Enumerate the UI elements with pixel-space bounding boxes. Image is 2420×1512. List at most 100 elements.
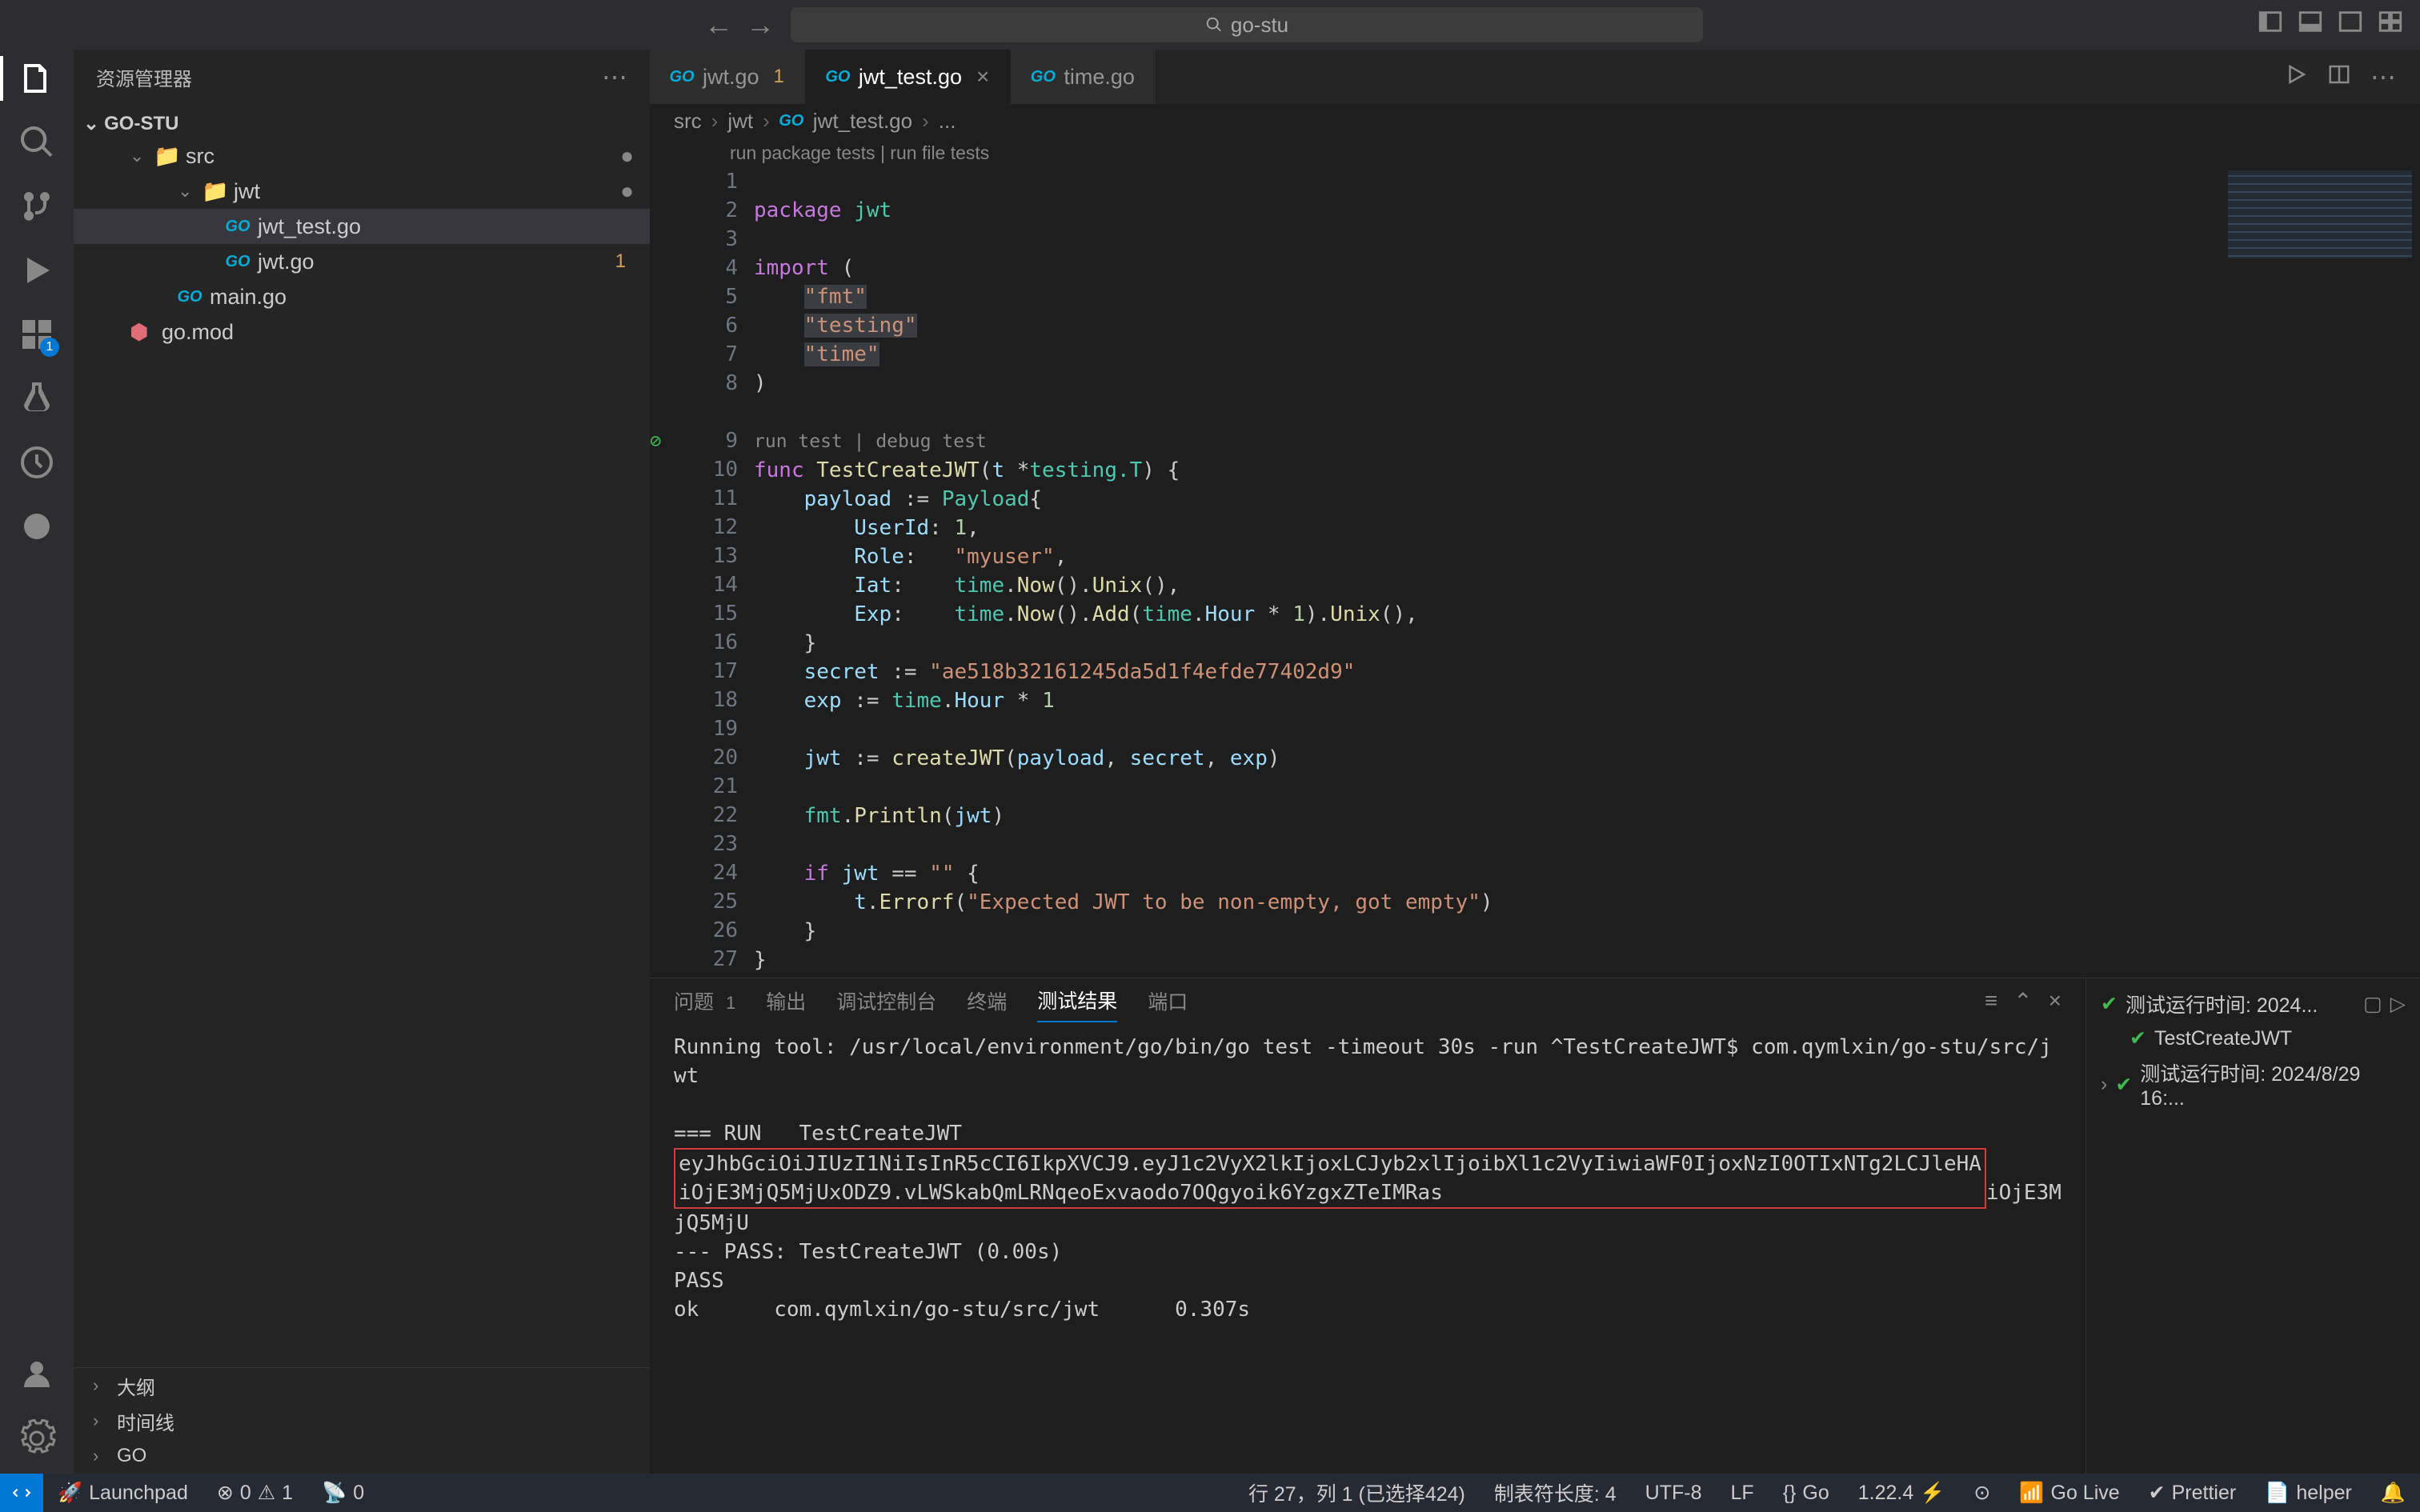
panel-tab-ports[interactable]: 端口	[1148, 980, 1188, 1022]
goto-icon[interactable]: ▢	[2363, 992, 2382, 1016]
breadcrumb[interactable]: src › jwt › GO jwt_test.go › ...	[650, 104, 2420, 138]
tree-file-jwt-test[interactable]: GO jwt_test.go	[74, 209, 650, 244]
statusbar: 🚀 Launchpad ⊗0 ⚠1 📡0 行 27，列 1 (已选择424) 制…	[0, 1474, 2420, 1512]
activity-explorer-icon[interactable]	[18, 59, 56, 98]
customize-layout-icon[interactable]	[2377, 8, 2404, 42]
tab-time-go[interactable]: GO time.go	[1011, 50, 1156, 104]
search-input[interactable]: go-stu	[791, 7, 1703, 42]
activity-search-icon[interactable]	[18, 123, 56, 162]
sidebar-explorer: 资源管理器 ⋯ ⌄ GO-STU ⌄ 📁 src ● ⌄ 📁 jwt ●	[74, 50, 650, 1474]
search-placeholder: go-stu	[1231, 13, 1288, 38]
breadcrumb-seg[interactable]: jwt_test.go	[813, 109, 912, 134]
status-go-version[interactable]: 1.22.4⚡	[1844, 1482, 1960, 1505]
status-problems[interactable]: ⊗0 ⚠1	[202, 1481, 307, 1505]
tab-jwt-go[interactable]: GO jwt.go 1	[650, 50, 806, 104]
tree-file-go-mod[interactable]: ⬢ go.mod	[74, 314, 650, 350]
activity-settings-icon[interactable]	[18, 1419, 56, 1458]
tab-label: jwt_test.go	[859, 65, 962, 90]
test-run-row[interactable]: ✔ 测试运行时间: 2024... ▢ ▷	[2101, 990, 2406, 1018]
status-golive[interactable]: 📶Go Live	[2005, 1482, 2134, 1505]
status-prettier[interactable]: ✔Prettier	[2134, 1481, 2251, 1505]
test-results-tree: ✔ 测试运行时间: 2024... ▢ ▷ ✔ TestCreateJWT › …	[2085, 978, 2420, 1474]
activity-custom-icon[interactable]	[18, 443, 56, 482]
panel-close-icon[interactable]: ×	[2049, 988, 2061, 1014]
file-icon: 📄	[2265, 1482, 2290, 1505]
file-tree: ⌄ 📁 src ● ⌄ 📁 jwt ● GO jwt_test.go GO	[74, 138, 650, 350]
panel-maximize-icon[interactable]: ⌃	[2013, 988, 2032, 1014]
nav-back-icon[interactable]: ←	[704, 8, 733, 42]
tree-label: jwt	[234, 179, 260, 204]
tab-jwt-test-go[interactable]: GO jwt_test.go ×	[806, 50, 1011, 104]
status-notifications[interactable]: 🔔	[2366, 1482, 2420, 1505]
bottom-panel: 问题 1 输出 调试控制台 终端 测试结果 端口 ≡ ⌃ × Running t…	[650, 978, 2420, 1474]
highlighted-jwt-output: eyJhbGciOiJIUzI1NiIsInR5cCI6IkpXVCJ9.eyJ…	[674, 1148, 1986, 1209]
panel-tab-problems[interactable]: 问题 1	[674, 980, 735, 1022]
tree-file-jwt-go[interactable]: GO jwt.go 1	[74, 244, 650, 279]
test-case-row[interactable]: ✔ TestCreateJWT	[2101, 1026, 2406, 1050]
close-icon[interactable]: ×	[976, 64, 989, 90]
run-icon[interactable]: ▷	[2390, 992, 2406, 1016]
pass-icon: ✔	[2101, 992, 2118, 1016]
test-output[interactable]: Running tool: /usr/local/environment/go/…	[650, 1023, 2085, 1474]
status-cursor[interactable]: 行 27，列 1 (已选择424)	[1234, 1478, 1480, 1507]
sidebar-timeline[interactable]: › 时间线	[74, 1403, 650, 1438]
codelens-file[interactable]: run package tests | run file tests	[650, 142, 2420, 164]
status-eol[interactable]: LF	[1717, 1482, 1769, 1505]
breadcrumb-seg[interactable]: ...	[939, 109, 956, 134]
layout-bottom-icon[interactable]	[2297, 8, 2324, 42]
more-icon[interactable]: ⋯	[2370, 62, 2396, 92]
go-label: GO	[117, 1445, 146, 1467]
activity-extensions-icon[interactable]: 1	[18, 315, 56, 354]
sidebar-go[interactable]: › GO	[74, 1438, 650, 1474]
nav-forward-icon[interactable]: →	[746, 8, 775, 42]
pass-icon: ✔	[2115, 1073, 2132, 1097]
activity-source-control-icon[interactable]	[18, 187, 56, 226]
panel-tab-terminal[interactable]: 终端	[967, 980, 1007, 1022]
activity-testing-icon[interactable]	[18, 379, 56, 418]
code-content[interactable]: package jwt import ( "fmt" "testing" "ti…	[754, 164, 2420, 978]
minimap[interactable]	[2228, 170, 2412, 258]
panel-tab-test-results[interactable]: 测试结果	[1037, 979, 1117, 1022]
test-run-row[interactable]: › ✔ 测试运行时间: 2024/8/29 16:...	[2101, 1058, 2406, 1110]
codelens-test[interactable]: run test | debug test	[754, 431, 987, 452]
activity-run-debug-icon[interactable]	[18, 251, 56, 290]
layout-left-icon[interactable]	[2257, 8, 2284, 42]
chevron-right-icon: ›	[93, 1446, 109, 1466]
status-lang[interactable]: {}Go	[1769, 1482, 1844, 1505]
go-file-icon: GO	[827, 68, 849, 86]
panel-tab-debug-console[interactable]: 调试控制台	[836, 980, 936, 1022]
tabbar: GO jwt.go 1 GO jwt_test.go × GO time.go …	[650, 50, 2420, 104]
run-icon[interactable]	[2284, 62, 2308, 92]
broadcast-icon: 📶	[2019, 1482, 2044, 1505]
sidebar-more-icon[interactable]: ⋯	[602, 62, 627, 92]
layout-right-icon[interactable]	[2337, 8, 2364, 42]
status-copilot[interactable]: ⊙	[1959, 1481, 2005, 1505]
status-encoding[interactable]: UTF-8	[1631, 1482, 1717, 1505]
search-icon	[1205, 16, 1223, 34]
dirty-dot-icon: ●	[620, 143, 634, 169]
activity-account-icon[interactable]	[18, 1355, 56, 1394]
breadcrumb-seg[interactable]: jwt	[727, 109, 753, 134]
remote-indicator[interactable]	[0, 1474, 43, 1512]
tree-folder-jwt[interactable]: ⌄ 📁 jwt ●	[74, 174, 650, 209]
panel-tabs: 问题 1 输出 调试控制台 终端 测试结果 端口 ≡ ⌃ ×	[650, 978, 2085, 1023]
breadcrumb-seg[interactable]: src	[674, 109, 702, 134]
chevron-right-icon: ›	[2101, 1073, 2107, 1096]
code-editor[interactable]: ⊘ 1 2 3 4 5 6 7 8 9 10 11 12 13 14 15 16…	[650, 164, 2420, 978]
tree-label: src	[186, 144, 214, 169]
sidebar-outline[interactable]: › 大纲	[74, 1368, 650, 1403]
test-run-label: 测试运行时间: 2024...	[2126, 990, 2318, 1018]
chevron-right-icon: ›	[93, 1410, 109, 1431]
panel-tab-output[interactable]: 输出	[766, 980, 806, 1022]
status-helper[interactable]: 📄helper	[2250, 1482, 2366, 1505]
status-launchpad[interactable]: 🚀 Launchpad	[43, 1482, 202, 1505]
panel-filter-icon[interactable]: ≡	[1985, 988, 1997, 1014]
activity-robot-icon[interactable]	[18, 507, 56, 546]
status-tabsize[interactable]: 制表符长度: 4	[1480, 1478, 1631, 1507]
tree-folder-src[interactable]: ⌄ 📁 src ●	[74, 138, 650, 174]
tree-file-main-go[interactable]: GO main.go	[74, 279, 650, 314]
status-ports[interactable]: 📡0	[307, 1482, 379, 1505]
project-name: GO-STU	[104, 113, 178, 135]
sidebar-project-header[interactable]: ⌄ GO-STU	[74, 109, 650, 138]
split-editor-icon[interactable]	[2327, 62, 2351, 92]
